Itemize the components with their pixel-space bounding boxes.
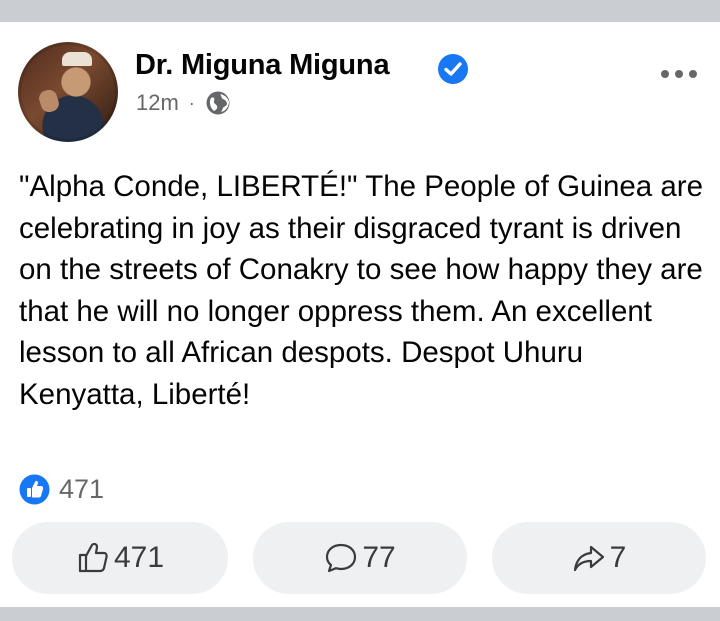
comment-icon [326, 543, 357, 573]
post-text: "Alpha Conde, LIBERTÉ!" The People of Gu… [19, 170, 704, 411]
comment-count: 77 [362, 541, 396, 574]
verified-badge-icon [438, 54, 468, 84]
avatar-hand [37, 87, 61, 115]
share-icon [573, 545, 604, 572]
reaction-count: 471 [59, 473, 105, 504]
like-count: 471 [113, 541, 165, 574]
more-options-icon[interactable] [660, 64, 698, 84]
like-reaction-icon [19, 474, 50, 504]
post-meta: 12m · [136, 89, 231, 117]
avatar-cap [62, 52, 92, 66]
feed-separator-bottom [0, 607, 720, 621]
author-name[interactable]: Dr. Miguna Miguna [135, 49, 390, 82]
like-button[interactable]: 471 [12, 522, 228, 594]
thumbs-up-icon [78, 542, 108, 573]
meta-separator: · [188, 93, 195, 113]
share-button[interactable]: 7 [492, 522, 706, 594]
globe-icon[interactable] [205, 90, 231, 116]
comment-button[interactable]: 77 [253, 522, 467, 594]
post-timestamp[interactable]: 12m [136, 90, 179, 116]
reaction-summary[interactable]: 471 [19, 472, 104, 506]
share-count: 7 [609, 541, 627, 574]
author-avatar[interactable] [18, 42, 118, 142]
feed-separator-top [0, 0, 720, 22]
